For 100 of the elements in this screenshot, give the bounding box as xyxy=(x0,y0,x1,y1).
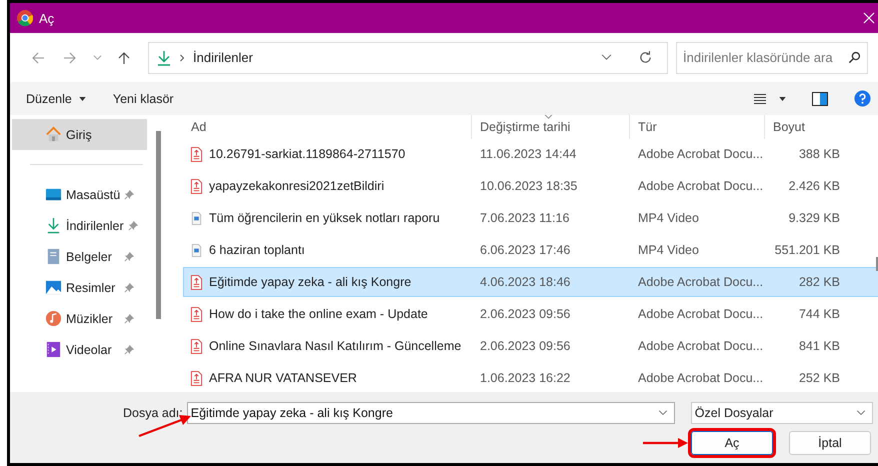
sidebar-item[interactable]: Resimler xyxy=(12,272,147,303)
file-date: 2.06.2023 09:56 xyxy=(479,339,572,353)
pdf-file-icon xyxy=(190,338,203,354)
window-title: Aç xyxy=(39,10,56,26)
sidebar-item[interactable]: Videolar xyxy=(12,334,147,365)
sidebar-item[interactable]: İndirilenler xyxy=(12,210,147,241)
caret-down-icon[interactable] xyxy=(779,96,786,100)
file-size: 388 KB xyxy=(798,147,841,161)
video-file-icon xyxy=(190,242,203,258)
file-date: 4.06.2023 18:46 xyxy=(479,275,572,289)
search-field[interactable]: İndirilenler klasöründe ara xyxy=(676,42,868,74)
pdf-file-icon xyxy=(190,146,203,162)
file-name: 6 haziran toplantı xyxy=(209,243,305,257)
menu-button[interactable]: Düzenle xyxy=(26,92,86,106)
sidebar-item[interactable]: Belgeler xyxy=(12,241,147,272)
file-size: 551.201 KB xyxy=(774,243,841,257)
file-size: 282 KB xyxy=(798,275,841,289)
chevron-down-icon[interactable] xyxy=(92,53,102,62)
browser-logo-icon xyxy=(17,10,33,26)
file-row[interactable]: Eğitimde yapay zeka - ali kış Kongre 4.06.2023 18:46 Adobe Acrobat Docu... 282 KB xyxy=(183,267,878,297)
pin-icon xyxy=(128,220,139,231)
back-arrow-icon[interactable] xyxy=(31,50,45,64)
file-row[interactable]: AFRA NUR VATANSEVER 1.06.2023 16:22 Adobe Acrobat Docu... 252 KB xyxy=(183,363,878,392)
forward-arrow-icon[interactable] xyxy=(63,50,77,64)
file-row[interactable]: How do i take the online exam - Update 2.06.2023 09:56 Adobe Acrobat Docu... 744 KB xyxy=(183,299,878,329)
file-date: 11.06.2023 14:44 xyxy=(479,147,578,161)
chevron-down-icon xyxy=(856,410,866,416)
address-bar[interactable]: İndirilenler xyxy=(148,42,668,74)
chevron-down-icon xyxy=(658,410,668,416)
file-name: yapayzekakonresi2021zetBildiri xyxy=(209,179,384,193)
preview-pane-icon[interactable] xyxy=(812,92,828,106)
file-row[interactable]: yapayzekakonresi2021zetBildiri 10.06.2023 18:35 Adobe Acrobat Docu... 2.426 KB xyxy=(183,171,878,201)
file-date: 2.06.2023 09:56 xyxy=(479,307,572,321)
file-type: MP4 Video xyxy=(637,243,700,257)
document-icon xyxy=(45,248,62,265)
file-name-field[interactable]: Eğitimde yapay zeka - ali kış Kongre xyxy=(186,402,675,424)
file-name: AFRA NUR VATANSEVER xyxy=(209,371,357,385)
file-date: 10.06.2023 18:35 xyxy=(479,179,578,193)
file-type: Adobe Acrobat Docu... xyxy=(637,307,764,321)
pdf-file-icon xyxy=(190,306,203,322)
file-type: Adobe Acrobat Docu... xyxy=(637,275,764,289)
file-type-dropdown[interactable]: Özel Dosyalar xyxy=(690,402,873,424)
file-date: 7.06.2023 11:16 xyxy=(479,211,570,225)
column-header[interactable]: Tür xyxy=(629,115,764,139)
sidebar-item[interactable]: Giriş xyxy=(12,119,147,150)
file-name: Tüm öğrencilerin en yüksek notları raporu xyxy=(209,211,440,225)
breadcrumb-item[interactable]: İndirilenler xyxy=(193,50,253,65)
help-icon[interactable] xyxy=(854,90,871,107)
refresh-icon[interactable] xyxy=(638,50,653,65)
file-name-input[interactable]: Eğitimde yapay zeka - ali kış Kongre xyxy=(190,406,658,420)
file-size: 744 KB xyxy=(798,307,841,321)
caret-down-icon xyxy=(78,96,86,100)
close-icon[interactable] xyxy=(863,12,875,24)
sort-chevron-icon xyxy=(544,115,553,119)
music-note-icon xyxy=(45,310,62,327)
scrollbar-thumb[interactable] xyxy=(156,131,160,319)
cancel-button[interactable]: İptal xyxy=(789,431,871,455)
column-header[interactable]: Boyut xyxy=(764,115,844,139)
file-type: Adobe Acrobat Docu... xyxy=(637,179,764,193)
file-size: 252 KB xyxy=(798,371,841,385)
file-name: How do i take the online exam - Update xyxy=(209,307,428,321)
file-name: Eğitimde yapay zeka - ali kış Kongre xyxy=(209,275,412,289)
sidebar-item[interactable]: Müzikler xyxy=(12,303,147,334)
video-icon xyxy=(45,341,62,358)
pin-icon xyxy=(124,313,135,324)
pin-icon xyxy=(124,189,136,200)
pin-icon xyxy=(124,251,135,262)
file-name: 10.26791-sarkiat.1189864-2711570 xyxy=(209,147,406,161)
file-size: 9.329 KB xyxy=(788,211,841,225)
file-row[interactable]: 6 haziran toplantı 6.06.2023 17:46 MP4 Video 551.201 KB xyxy=(183,235,878,265)
field-label: Dosya adı: xyxy=(123,406,183,420)
sidebar-item[interactable]: Masaüstü xyxy=(12,179,147,210)
search-icon[interactable] xyxy=(848,51,861,64)
dropdown-value: Özel Dosyalar xyxy=(694,406,774,420)
pdf-file-icon xyxy=(190,274,203,290)
file-row[interactable]: Online Sınavlara Nasıl Katılırım - Güncelleme 2.06.2023 09:56 Adobe Acrobat Docu... 841 KB xyxy=(183,331,878,361)
file-row[interactable]: 10.26791-sarkiat.1189864-2711570 11.06.2023 14:44 Adobe Acrobat Docu... 388 KB xyxy=(183,139,878,169)
chevron-right-icon xyxy=(179,54,185,62)
chevron-down-icon[interactable] xyxy=(601,54,612,61)
home-icon xyxy=(45,126,62,143)
up-arrow-icon[interactable] xyxy=(117,50,131,64)
toolbar-button[interactable]: Yeni klasör xyxy=(112,92,174,106)
file-type: Adobe Acrobat Docu... xyxy=(637,147,764,161)
open-button[interactable]: Aç xyxy=(691,431,773,455)
file-size: 2.426 KB xyxy=(788,179,841,193)
column-header[interactable]: Ad xyxy=(183,120,471,134)
file-date: 6.06.2023 17:46 xyxy=(479,243,572,257)
view-list-icon[interactable] xyxy=(753,92,767,104)
pin-icon xyxy=(124,282,135,293)
download-arrow-icon xyxy=(45,217,62,234)
file-size: 841 KB xyxy=(798,339,841,353)
file-row[interactable]: Tüm öğrencilerin en yüksek notları raporu 7.06.2023 11:16 MP4 Video 9.329 KB xyxy=(183,203,878,233)
desktop-icon xyxy=(45,186,62,203)
pdf-file-icon xyxy=(190,178,203,194)
column-header[interactable]: Değiştirme tarihi xyxy=(471,115,629,139)
video-file-icon xyxy=(190,210,203,226)
picture-icon xyxy=(45,279,62,296)
pdf-file-icon xyxy=(190,370,203,386)
search-input[interactable]: İndirilenler klasöründe ara xyxy=(683,50,848,65)
file-type: MP4 Video xyxy=(637,211,700,225)
